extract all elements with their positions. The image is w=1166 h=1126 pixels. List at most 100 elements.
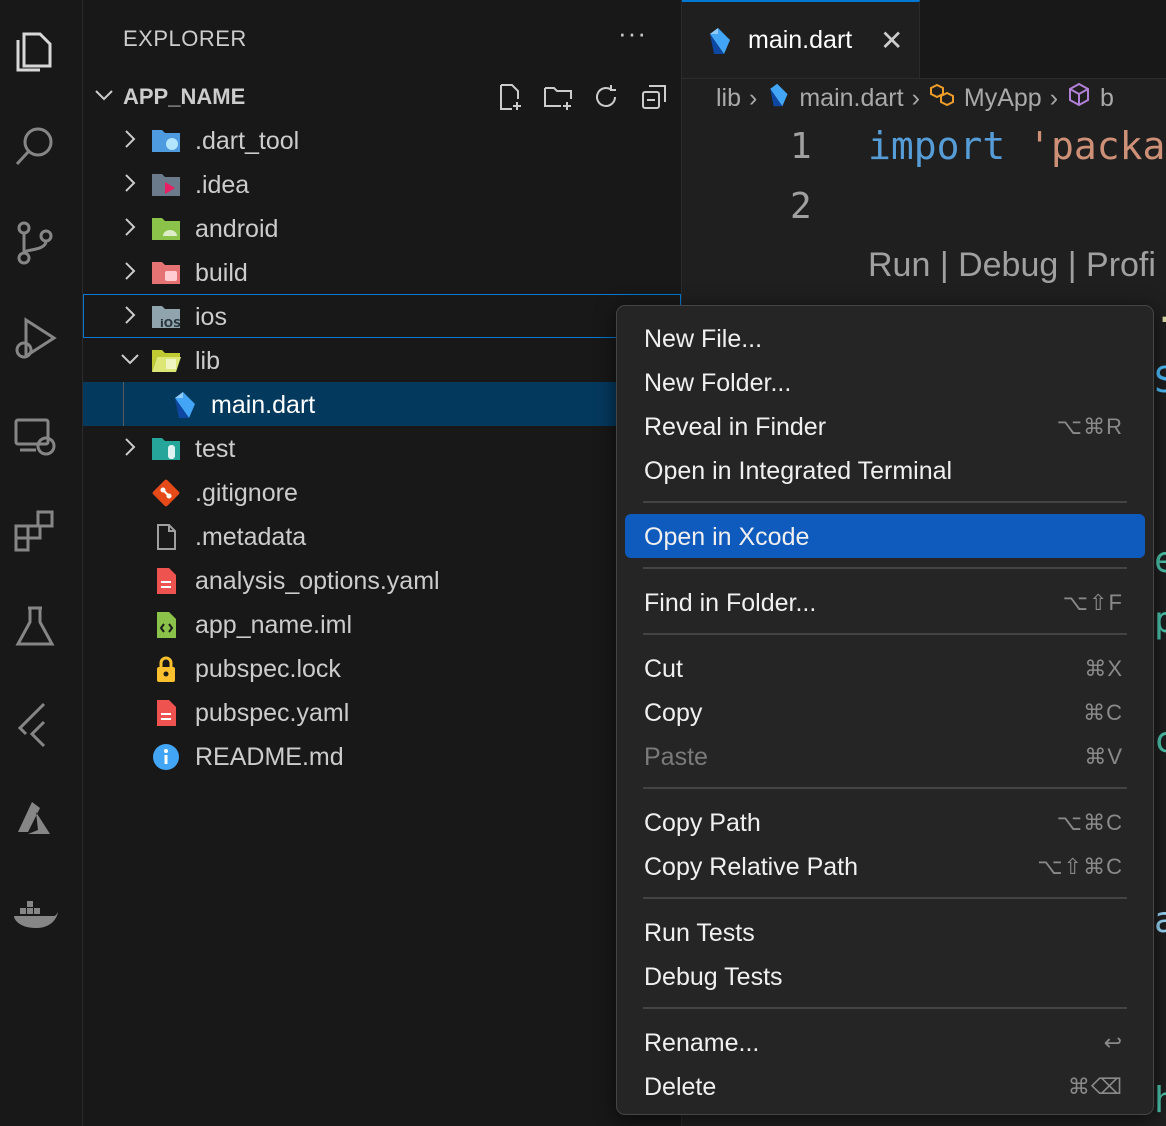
line-number: 1 [790, 126, 812, 167]
more-actions-button[interactable]: ··· [618, 18, 647, 49]
tree-item-lib[interactable]: lib [83, 338, 681, 382]
tree-item-label: build [195, 259, 248, 287]
run-debug-icon[interactable] [8, 312, 62, 366]
remote-explorer-icon[interactable] [8, 408, 62, 462]
tree-item-label: .dart_tool [195, 127, 300, 155]
chevron-right-icon: › [911, 83, 920, 112]
menu-item-open-in-terminal[interactable]: Open in Integrated Terminal [625, 448, 1145, 492]
menu-item-find-in-folder[interactable]: Find in Folder... ⌥⇧F [625, 580, 1145, 624]
indent-guide [123, 382, 124, 426]
file-icon [151, 522, 181, 550]
code-fragment: c [1154, 720, 1166, 761]
iml-icon [151, 610, 181, 638]
line-number: 2 [790, 186, 812, 227]
tree-item-label: main.dart [211, 391, 316, 419]
tree-item-build[interactable]: build [83, 250, 681, 294]
tree-item-label: ios [195, 303, 227, 331]
close-icon[interactable]: ✕ [880, 24, 903, 57]
build-folder-icon [151, 258, 181, 286]
tree-item-metadata[interactable]: .metadata [83, 514, 681, 558]
codelens[interactable]: Run | Debug | Profi [868, 246, 1156, 285]
tree-item-readme[interactable]: README.md [83, 734, 681, 778]
tree-item-pubspec-yaml[interactable]: pubspec.yaml [83, 690, 681, 734]
lock-icon [151, 654, 181, 682]
search-icon[interactable] [8, 120, 62, 174]
dart-file-icon [765, 82, 791, 115]
azure-icon[interactable] [8, 792, 62, 846]
code-fragment: p [1154, 600, 1166, 641]
refresh-icon[interactable] [589, 80, 623, 114]
tree-item-label: test [195, 435, 236, 463]
menu-item-new-folder[interactable]: New Folder... [625, 360, 1145, 404]
tab-main-dart[interactable]: main.dart ✕ [682, 0, 920, 78]
breadcrumb-myapp[interactable]: MyApp [964, 84, 1042, 113]
chevron-right-icon: › [1049, 83, 1059, 112]
menu-item-copy-path[interactable]: Copy Path ⌥⌘C [625, 800, 1145, 844]
chevron-down-icon [119, 348, 141, 370]
chevron-down-icon [93, 84, 115, 111]
tree-item-label: app_name.iml [195, 611, 353, 639]
tree-item-gitignore[interactable]: .gitignore [83, 470, 681, 514]
menu-separator [643, 1007, 1127, 1009]
context-menu: New File... New Folder... Reveal in Find… [616, 305, 1154, 1115]
flutter-icon[interactable] [8, 696, 62, 750]
chevron-right-icon: › [749, 83, 758, 112]
menu-item-copy-relative-path[interactable]: Copy Relative Path ⌥⇧⌘C [625, 844, 1145, 888]
menu-item-reveal-in-finder[interactable]: Reveal in Finder ⌥⌘R [625, 404, 1145, 448]
tree-item-app-name-iml[interactable]: app_name.iml [83, 602, 681, 646]
tree-item-main-dart[interactable]: main.dart [83, 382, 681, 426]
menu-separator [643, 787, 1127, 789]
breadcrumb: lib › main.dart › MyApp › b [716, 82, 1114, 114]
tree-item-ios[interactable]: iOS ios [83, 294, 681, 338]
menu-item-run-tests[interactable]: Run Tests [625, 910, 1145, 954]
menu-item-delete[interactable]: Delete ⌘⌫ [625, 1064, 1145, 1108]
tree-item-label: .metadata [195, 523, 307, 551]
menu-separator [643, 501, 1127, 503]
tab-label: main.dart [748, 26, 853, 54]
menu-item-new-file[interactable]: New File... [625, 316, 1145, 360]
chevron-right-icon [119, 216, 141, 238]
docker-icon[interactable] [8, 888, 62, 942]
tree-item-idea[interactable]: .idea [83, 162, 681, 206]
tree-item-analysis-options[interactable]: analysis_options.yaml [83, 558, 681, 602]
android-folder-icon [151, 214, 181, 242]
dart-file-icon [704, 26, 734, 56]
tree-item-label: analysis_options.yaml [195, 567, 440, 595]
menu-separator [643, 897, 1127, 899]
tree-item-label: pubspec.yaml [195, 699, 350, 727]
idea-folder-icon [151, 170, 181, 198]
breadcrumb-build[interactable]: b [1100, 84, 1114, 113]
collapse-all-icon[interactable] [637, 80, 671, 114]
tree-item-android[interactable]: android [83, 206, 681, 250]
code-fragment: h [1154, 1080, 1166, 1121]
menu-item-copy[interactable]: Copy ⌘C [625, 690, 1145, 734]
menu-item-debug-tests[interactable]: Debug Tests [625, 954, 1145, 998]
tree-item-label: pubspec.lock [195, 655, 341, 683]
tree-item-dart-tool[interactable]: .dart_tool [83, 118, 681, 162]
chevron-right-icon [119, 304, 141, 326]
source-control-icon[interactable] [8, 216, 62, 270]
activity-bar [0, 0, 83, 1126]
chevron-right-icon [119, 172, 141, 194]
testing-icon[interactable] [8, 600, 62, 654]
code-line-1[interactable]: import 'packa [868, 124, 1165, 168]
explorer-sidebar: EXPLORER ··· APP_NAME .dart_tool .idea a… [83, 0, 682, 1126]
files-icon[interactable] [8, 24, 62, 78]
menu-item-rename[interactable]: Rename... ↩ [625, 1020, 1145, 1064]
menu-separator [643, 633, 1127, 635]
breadcrumb-main-dart[interactable]: main.dart [799, 84, 903, 113]
new-folder-icon[interactable] [541, 80, 575, 114]
menu-item-paste: Paste ⌘V [644, 743, 1123, 771]
new-file-icon[interactable] [493, 80, 527, 114]
info-icon [151, 742, 181, 770]
extensions-icon[interactable] [8, 504, 62, 558]
breadcrumb-lib[interactable]: lib [716, 84, 741, 113]
method-icon [1066, 82, 1092, 115]
chevron-right-icon [119, 260, 141, 282]
menu-item-open-in-xcode[interactable]: Open in Xcode [625, 514, 1145, 558]
lib-folder-icon [151, 346, 181, 374]
menu-item-cut[interactable]: Cut ⌘X [625, 646, 1145, 690]
tree-item-pubspec-lock[interactable]: pubspec.lock [83, 646, 681, 690]
project-header[interactable]: APP_NAME [83, 76, 681, 116]
tree-item-test[interactable]: test [83, 426, 681, 470]
